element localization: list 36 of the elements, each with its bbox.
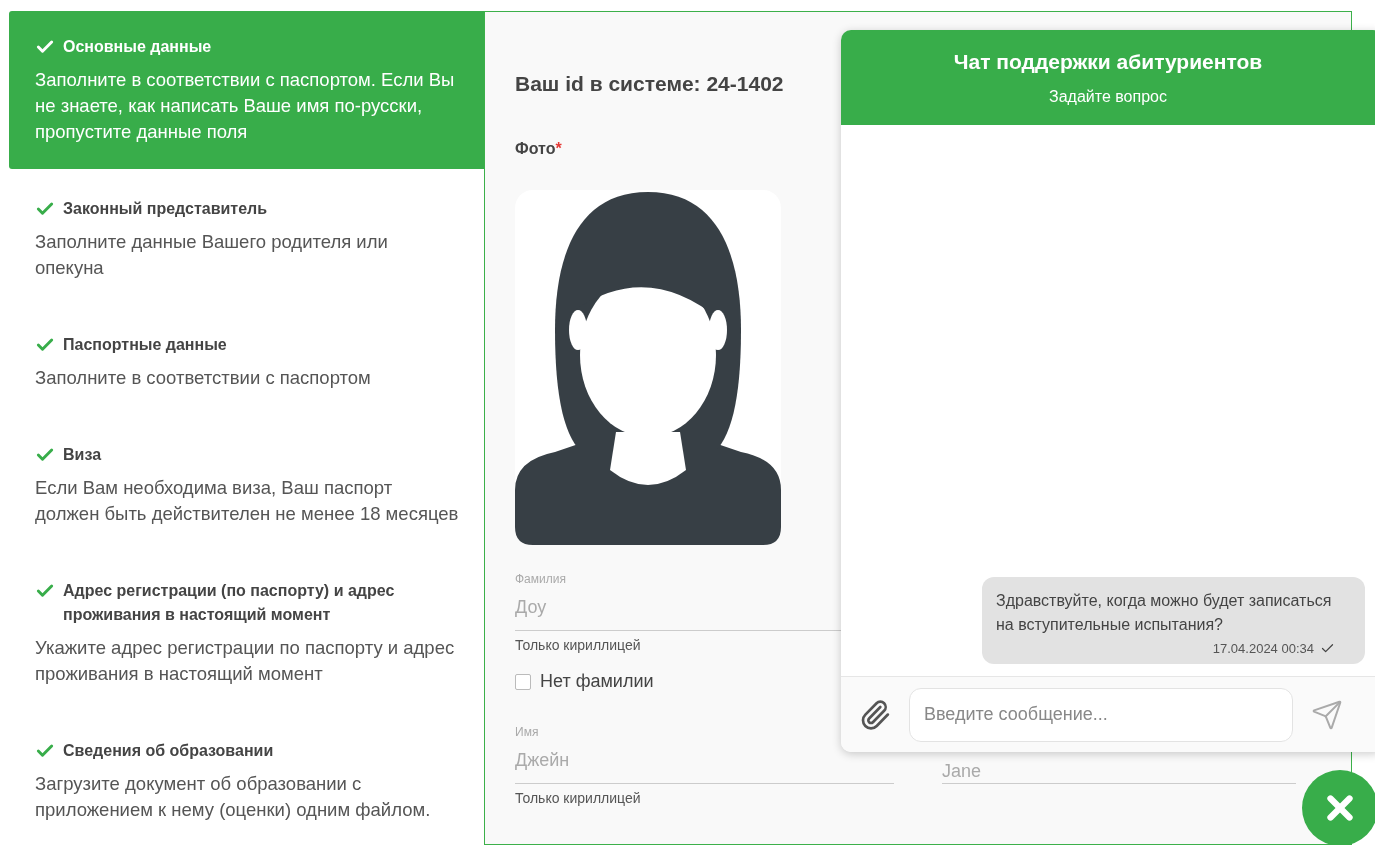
step-item[interactable]: Адрес регистрации (по паспорту) и адрес проживания в настоящий момент Укажите адрес регистрации по паспорту и адрес проживания в настоящий момент — [9, 555, 484, 711]
checkbox[interactable] — [515, 673, 531, 690]
field-hint: Только кириллицей — [515, 790, 641, 806]
user-id-heading: Ваш id в системе: 24-1402 — [515, 72, 784, 96]
step-item[interactable]: Законный представитель Заполните данные Вашего родителя или опекуна — [9, 173, 484, 305]
message-text: Здравствуйте, когда можно будет записаться на вступительные испытания? — [996, 591, 1333, 635]
first-name-input[interactable]: Джейн — [515, 750, 635, 771]
step-description: Загрузите документ об образовании с приложением к нему (оценки) одним файлом. — [35, 772, 432, 822]
field-label: Фамилия — [515, 571, 566, 587]
chat-title: Чат поддержки абитуриентов — [953, 49, 1263, 74]
last-name-input[interactable]: Доу — [515, 597, 635, 618]
step-description: Укажите адрес регистрации по паспорту и адрес проживания в настоящий момент — [35, 636, 456, 686]
step-title: Сведения об образовании — [63, 741, 274, 761]
message-time: 17.04.2024 00:34 — [1212, 641, 1314, 656]
step-description: Если Вам необходима виза, Ваш паспорт должен быть действителен не менее 18 месяцев — [35, 476, 460, 526]
message-input[interactable]: Введите сообщение... — [909, 687, 1293, 742]
step-title: Паспортные данные — [63, 335, 227, 355]
step-description: Заполните в соответствии с паспортом. Если Вы не знаете, как написать Ваше имя по-русски, пропустите данные поля — [35, 68, 456, 144]
step-title: Основные данные — [63, 37, 212, 57]
field-hint: Только кириллицей — [515, 637, 641, 653]
field-label: Имя — [515, 724, 539, 740]
step-item[interactable]: Паспортные данные Заполните в соответствии с паспортом — [9, 309, 484, 415]
step-title: Виза — [63, 445, 102, 465]
required-mark: * — [555, 140, 562, 157]
send-button[interactable] — [1311, 698, 1343, 731]
step-description: Заполните в соответствии с паспортом — [35, 366, 372, 390]
photo-label: Фото — [515, 140, 556, 157]
chat-subtitle: Задайте вопрос — [1049, 87, 1167, 106]
latin-name-input[interactable]: Jane — [942, 761, 1062, 782]
step-description: Заполните данные Вашего родителя или опекуна — [35, 230, 389, 280]
step-item[interactable]: Виза Если Вам необходима виза, Ваш паспорт должен быть действителен не менее 18 месяцев — [9, 419, 484, 551]
step-title: Адрес регистрации (по паспорту) и адрес проживания в настоящий момент — [63, 581, 396, 625]
step-title: Законный представитель — [63, 199, 268, 219]
checkbox-label: Нет фамилии — [540, 671, 654, 692]
attach-button[interactable] — [859, 698, 891, 731]
step-item[interactable]: Сведения об образовании Загрузите документ об образовании с приложением к нему (оценки) одним файлом. — [9, 715, 484, 845]
